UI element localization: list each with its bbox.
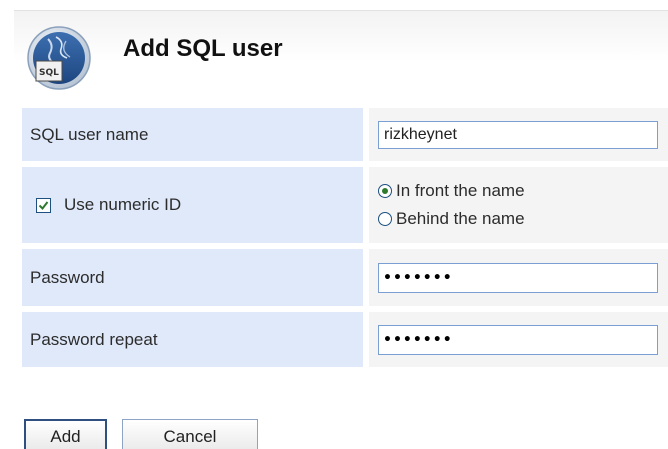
- password-row: Password: [22, 249, 668, 306]
- radio-option-in-front[interactable]: In front the name: [378, 181, 525, 201]
- radio-button-behind[interactable]: [378, 212, 392, 226]
- add-user-form: SQL user name Use numeric ID In front t: [22, 108, 668, 373]
- username-label: SQL user name: [22, 108, 363, 161]
- password-cell: [369, 249, 668, 306]
- numeric-id-row: Use numeric ID In front the name Behind …: [22, 167, 668, 243]
- password-repeat-label: Password repeat: [22, 312, 363, 367]
- username-input[interactable]: [378, 120, 658, 149]
- numeric-id-label-cell: Use numeric ID: [22, 167, 363, 243]
- form-buttons: Add Cancel: [24, 419, 258, 449]
- password-repeat-cell: [369, 312, 668, 367]
- numeric-id-label: Use numeric ID: [64, 195, 182, 214]
- password-repeat-row: Password repeat: [22, 312, 668, 367]
- cancel-button[interactable]: Cancel: [122, 419, 258, 449]
- username-row: SQL user name: [22, 108, 668, 161]
- add-sql-user-page: SQL Add SQL user SQL user name Use numer…: [0, 0, 668, 449]
- numeric-id-options-cell: In front the name Behind the name: [369, 167, 668, 243]
- radio-button-in-front[interactable]: [378, 184, 392, 198]
- page-title: Add SQL user: [123, 35, 283, 62]
- sql-user-icon: SQL: [26, 25, 92, 91]
- page-header: SQL Add SQL user: [14, 10, 668, 96]
- numeric-id-checkbox[interactable]: [36, 197, 51, 213]
- password-label: Password: [22, 249, 363, 306]
- password-repeat-input[interactable]: [378, 324, 658, 355]
- username-cell: [369, 108, 668, 161]
- sql-logo-text: SQL: [39, 68, 59, 78]
- radio-label-in-front: In front the name: [396, 181, 525, 200]
- radio-label-behind: Behind the name: [396, 209, 525, 228]
- password-input[interactable]: [378, 262, 658, 293]
- radio-option-behind[interactable]: Behind the name: [378, 209, 525, 229]
- add-button[interactable]: Add: [24, 419, 107, 449]
- checkmark-icon: [38, 200, 49, 210]
- numeric-id-position-radio-group: In front the name Behind the name: [378, 181, 525, 229]
